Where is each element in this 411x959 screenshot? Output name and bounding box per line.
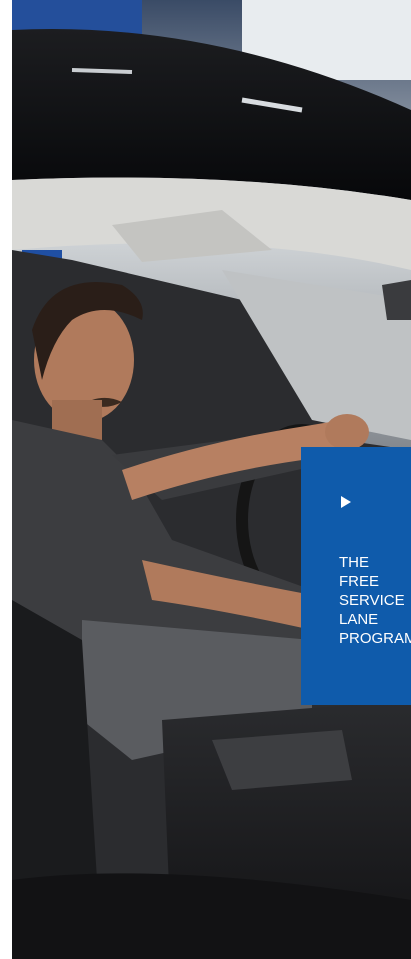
promo-title-line: THE	[339, 554, 369, 571]
play-icon[interactable]	[341, 496, 351, 508]
promo-title: THE FREE SERVICE LANE PROGRAM	[339, 553, 411, 648]
promo-title-line: FREE	[339, 573, 380, 590]
page: THE FREE SERVICE LANE PROGRAM	[0, 0, 411, 959]
promo-title-line: PROGRAM	[339, 630, 411, 647]
promo-title-line: SERVICE	[339, 592, 405, 609]
service-lane-promo-card[interactable]: THE FREE SERVICE LANE PROGRAM	[301, 447, 411, 705]
promo-title-line: LANE	[339, 611, 379, 628]
